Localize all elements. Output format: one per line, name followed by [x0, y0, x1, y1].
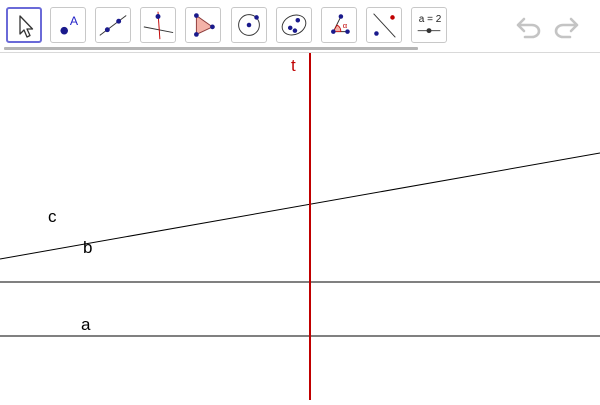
slider-icon	[417, 28, 441, 34]
perpendicular-line-icon	[143, 11, 174, 40]
angle-tool-button[interactable]: α	[321, 7, 357, 43]
reflect-tool-button[interactable]	[366, 7, 402, 43]
perpendicular-tool-button[interactable]	[140, 7, 176, 43]
undo-icon	[516, 17, 541, 39]
circle-tool-button[interactable]	[231, 7, 267, 43]
point-tool-label: A	[70, 14, 79, 28]
circle-center-point-icon	[238, 14, 260, 36]
redo-button[interactable]	[550, 12, 580, 40]
angle-tool-label: α	[343, 21, 348, 30]
line-a-label: a	[81, 315, 91, 334]
geometry-canvas[interactable]	[0, 53, 600, 400]
toolbar-scrollbar[interactable]	[4, 47, 418, 50]
line-tool-button[interactable]	[95, 7, 131, 43]
toolbar: A α a = 2	[0, 0, 600, 53]
line-b-label: b	[83, 238, 93, 257]
angle-icon: α	[331, 14, 350, 34]
line-icon	[99, 15, 127, 36]
move-tool-button[interactable]	[6, 7, 42, 43]
point-tool-button[interactable]: A	[50, 7, 86, 43]
reflect-about-line-icon	[373, 13, 396, 38]
graphics-view[interactable]: t c b a	[0, 53, 600, 400]
line-t-label: t	[291, 56, 296, 75]
ellipse-tool-button[interactable]	[276, 7, 312, 43]
move-arrow-icon	[19, 15, 34, 38]
ellipse-icon	[281, 14, 307, 36]
polygon-icon	[194, 13, 215, 37]
point-icon: A	[60, 14, 79, 35]
redo-icon	[554, 17, 579, 39]
polygon-tool-button[interactable]	[185, 7, 221, 43]
slider-tool-button[interactable]: a = 2	[411, 7, 447, 43]
undo-button[interactable]	[515, 12, 545, 40]
line-c-label: c	[48, 207, 57, 226]
